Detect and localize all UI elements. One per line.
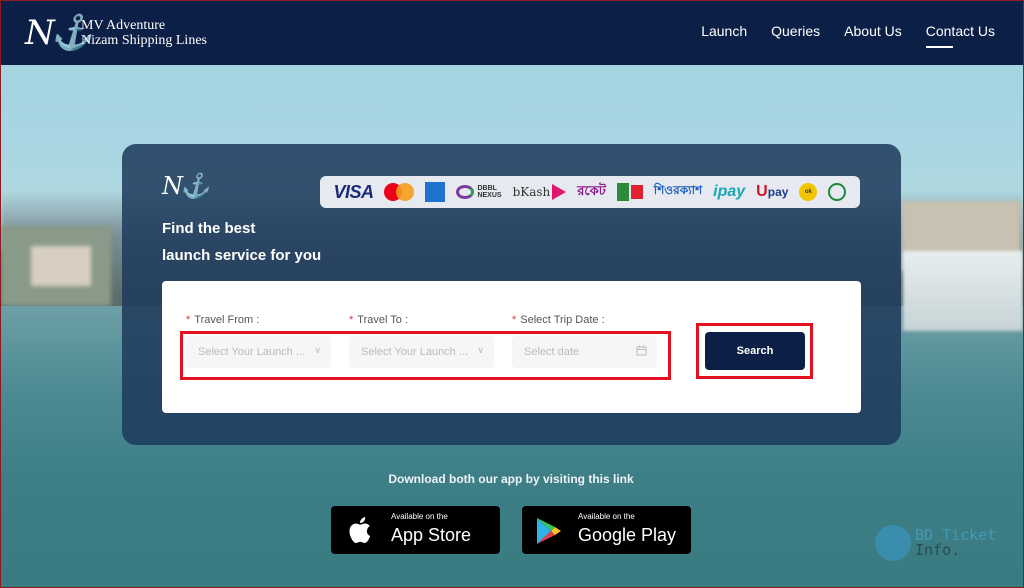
dbbl-nexus-icon: DBBL NEXUS [456, 185, 502, 199]
ship [903, 251, 1023, 331]
watermark: BD Ticket Info. [875, 525, 996, 561]
nav-launch[interactable]: Launch [701, 23, 747, 39]
rocket-icon: রকেট [577, 182, 606, 198]
highlight-box-fields [180, 331, 671, 380]
brand-line-1: MV Adventure [81, 18, 166, 33]
google-play-icon [537, 518, 561, 544]
apple-icon [349, 517, 371, 543]
travel-to-label: * Travel To : [349, 314, 409, 326]
surecash-icon [616, 183, 643, 201]
visa-icon: VISA [333, 181, 374, 202]
ipay-icon: ipay [713, 183, 746, 200]
hero-title-line-2: launch service for you [162, 247, 322, 264]
anchor-logo-icon: N⚓ [162, 172, 210, 200]
payment-methods-strip: VISA DBBL NEXUS bKash রকেট শিওরক্যাশ ipay… [320, 176, 860, 208]
watermark-line-2: Info. [915, 541, 961, 559]
hero-title: Find the best launch service for you [162, 215, 321, 269]
anchor-logo-icon: N⚓ [25, 13, 93, 53]
brand-logo[interactable]: N⚓ MV Adventure Nizam Shipping Lines [25, 13, 207, 53]
watermark-logo-icon [875, 525, 911, 561]
mastercard-icon [384, 183, 415, 201]
google-play-small-text: Available on the [578, 512, 635, 521]
amex-icon [425, 182, 446, 202]
travel-from-label: * Travel From : [186, 314, 260, 326]
app-store-button[interactable]: Available on the App Store [331, 506, 500, 554]
site-header: N⚓ MV Adventure Nizam Shipping Lines Lau… [1, 1, 1023, 65]
search-card: N⚓ Find the best launch service for you … [122, 144, 901, 445]
building [31, 246, 91, 286]
shurjocash-icon: শিওরক্যাশ [653, 183, 703, 197]
search-button[interactable]: Search [705, 332, 805, 370]
search-form: * Travel From : * Travel To : * Select Trip… [162, 281, 861, 413]
app-store-big-text: App Store [391, 525, 472, 545]
brand-name: MV Adventure Nizam Shipping Lines [81, 18, 207, 48]
hero-title-line-1: Find the best [162, 220, 256, 237]
nav-queries[interactable]: Queries [771, 23, 820, 39]
trip-date-label: * Select Trip Date : [512, 314, 605, 326]
upay-icon: Upay [756, 183, 789, 200]
ok-wallet-icon: ok [799, 183, 818, 201]
nav-about-us[interactable]: About Us [844, 23, 902, 39]
bkash-icon: bKash [513, 184, 567, 200]
app-store-small-text: Available on the [391, 512, 448, 521]
download-app-text: Download both our app by visiting this l… [388, 472, 634, 486]
nav-contact-us[interactable]: Contact Us [925, 23, 995, 48]
brand-line-2: Nizam Shipping Lines [81, 33, 207, 48]
main-nav: Launch Queries About Us Contact Us [701, 23, 995, 48]
google-play-big-text: Google Play [578, 525, 677, 545]
islami-bank-icon [828, 183, 847, 201]
google-play-button[interactable]: Available on the Google Play [522, 506, 691, 554]
